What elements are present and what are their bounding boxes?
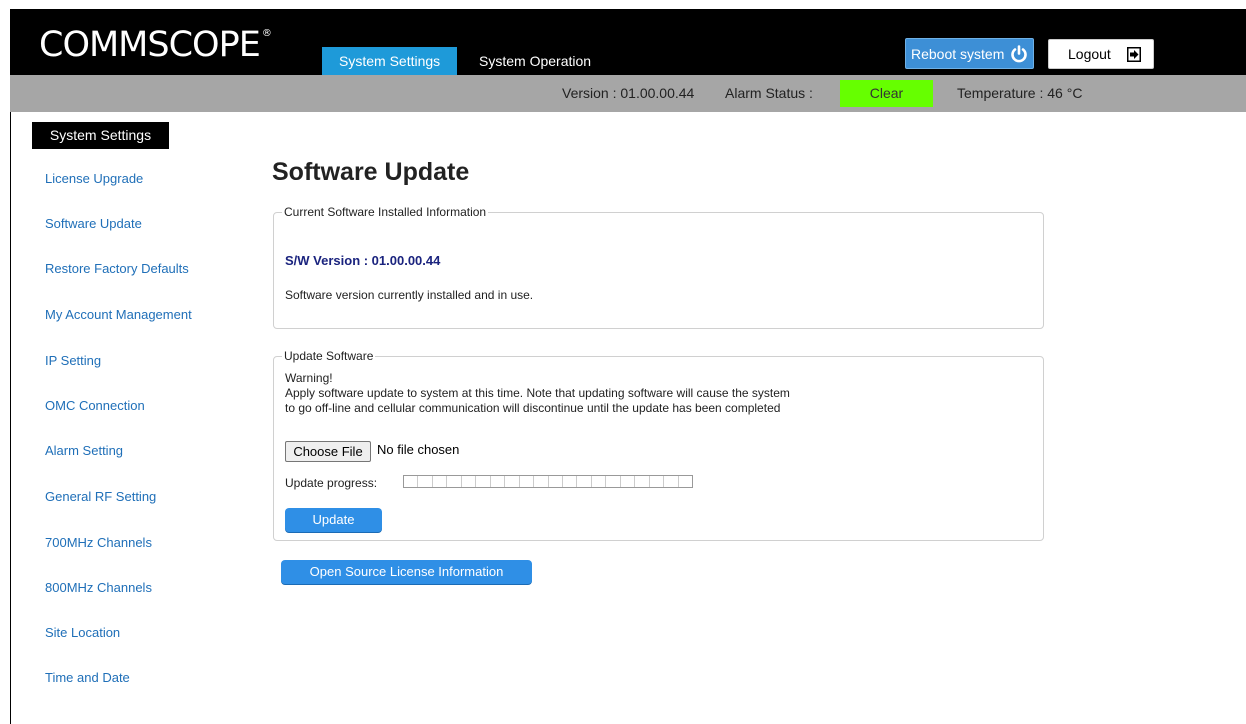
reboot-label: Reboot system bbox=[911, 45, 1005, 62]
software-version-description: Software version currently installed and… bbox=[285, 288, 534, 302]
logout-button[interactable]: Logout bbox=[1048, 39, 1154, 69]
sidebar-item-800mhz-channels[interactable]: 800MHz Channels bbox=[45, 580, 152, 595]
update-progress-label: Update progress: bbox=[285, 476, 378, 490]
choose-file-button[interactable]: Choose File bbox=[285, 441, 371, 462]
software-version-text: S/W Version : 01.00.00.44 bbox=[285, 253, 441, 268]
commscope-logo: COMMSCOPE ® bbox=[39, 25, 272, 65]
alarm-status-badge: Clear bbox=[840, 80, 933, 107]
update-button[interactable]: Update bbox=[285, 508, 382, 532]
update-software-legend: Update Software bbox=[284, 349, 374, 363]
logout-icon bbox=[1126, 46, 1141, 62]
page-title: Software Update bbox=[272, 158, 470, 186]
reboot-system-button[interactable]: Reboot system bbox=[905, 38, 1034, 69]
sidebar-item-my-account-management[interactable]: My Account Management bbox=[45, 307, 192, 322]
no-file-chosen-text: No file chosen bbox=[377, 442, 460, 457]
status-bar: Version : 01.00.00.44 Alarm Status : Cle… bbox=[10, 75, 1246, 112]
open-source-license-button[interactable]: Open Source License Information bbox=[281, 560, 532, 584]
sidebar-item-restore-factory-defaults[interactable]: Restore Factory Defaults bbox=[45, 261, 189, 276]
warning-title: Warning! bbox=[285, 371, 333, 385]
sidebar-title: System Settings bbox=[32, 122, 169, 149]
sidebar-item-alarm-setting[interactable]: Alarm Setting bbox=[45, 443, 123, 458]
sidebar-item-software-update[interactable]: Software Update bbox=[45, 216, 142, 231]
header-bar: COMMSCOPE ® System Settings System Operat… bbox=[10, 9, 1246, 75]
current-software-legend: Current Software Installed Information bbox=[284, 205, 487, 219]
tab-system-operation[interactable]: System Operation bbox=[462, 47, 608, 75]
alarm-status-label: Alarm Status : bbox=[725, 85, 813, 101]
logout-label: Logout bbox=[1068, 46, 1111, 62]
sidebar-item-license-upgrade[interactable]: License Upgrade bbox=[45, 171, 143, 186]
top-strip bbox=[0, 0, 1246, 9]
sidebar-item-time-and-date[interactable]: Time and Date bbox=[45, 670, 130, 685]
warning-line-1: Apply software update to system at this … bbox=[285, 386, 790, 400]
sidebar-item-omc-connection[interactable]: OMC Connection bbox=[45, 398, 145, 413]
left-border-line bbox=[10, 112, 11, 724]
sidebar-item-700mhz-channels[interactable]: 700MHz Channels bbox=[45, 535, 152, 550]
version-text: Version : 01.00.00.44 bbox=[562, 85, 695, 101]
sidebar-item-general-rf-setting[interactable]: General RF Setting bbox=[45, 489, 156, 504]
power-icon bbox=[1011, 44, 1028, 62]
sidebar-item-site-location[interactable]: Site Location bbox=[45, 625, 120, 640]
warning-line-2: to go off-line and cellular communicatio… bbox=[285, 401, 781, 415]
update-progress-bar bbox=[403, 475, 693, 488]
tab-system-settings[interactable]: System Settings bbox=[322, 47, 458, 75]
temperature-text: Temperature : 46 °C bbox=[957, 85, 1083, 101]
sidebar-item-ip-setting[interactable]: IP Setting bbox=[45, 353, 101, 368]
update-warning-text: Warning! Apply software update to system… bbox=[285, 371, 790, 416]
